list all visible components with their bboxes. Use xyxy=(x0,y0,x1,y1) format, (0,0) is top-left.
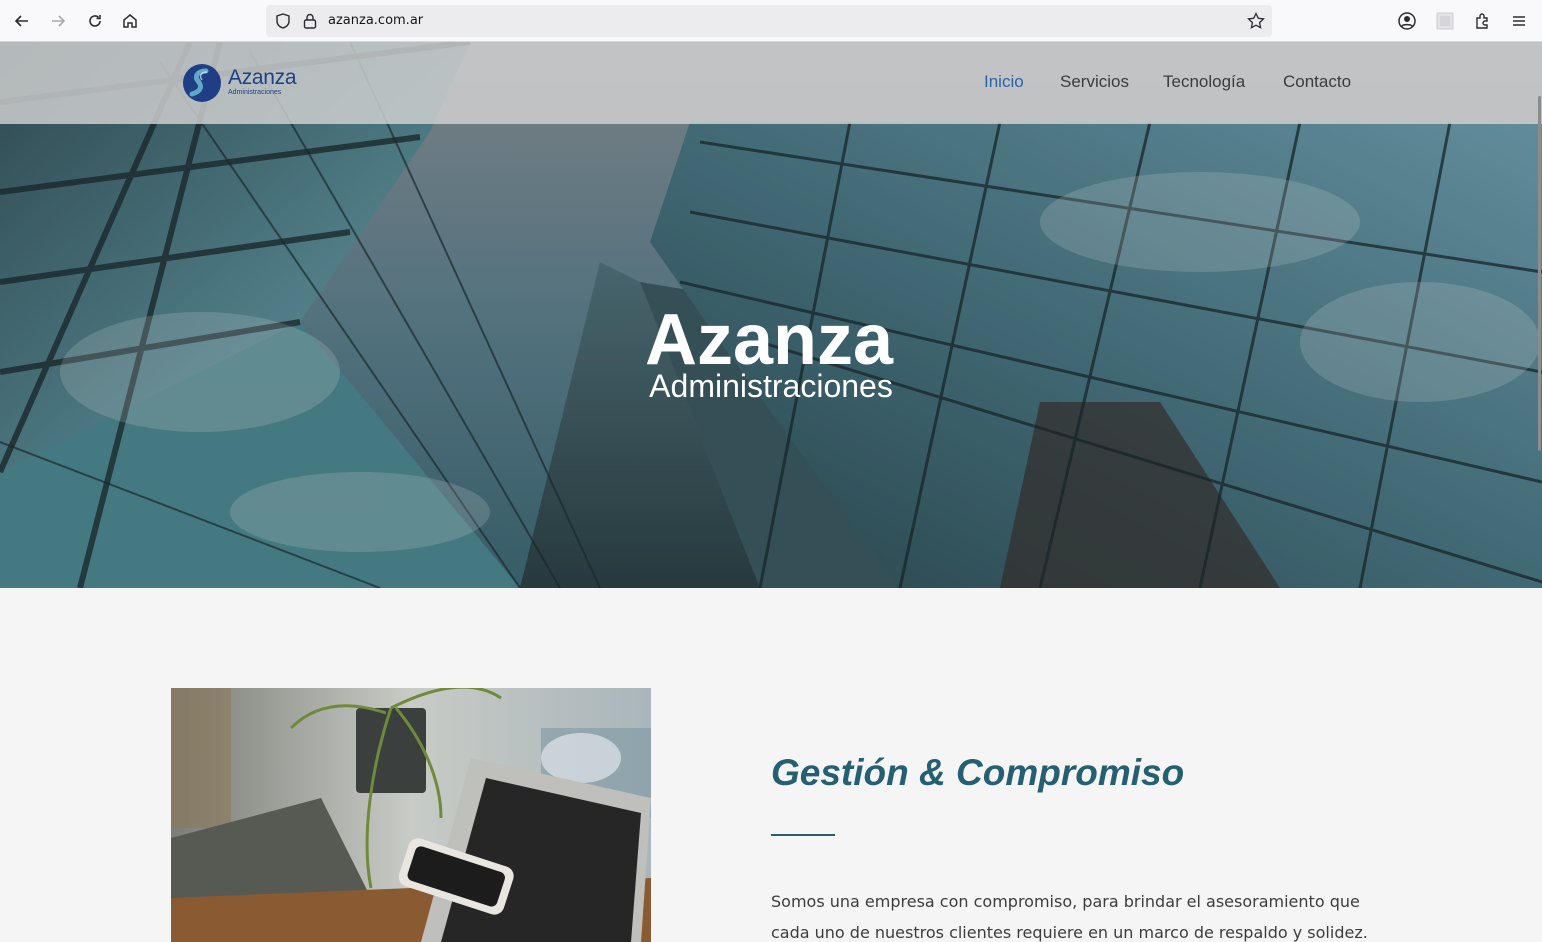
account-icon[interactable] xyxy=(1395,9,1419,33)
browser-toolbar: azanza.com.ar xyxy=(0,0,1542,42)
main-navigation: Inicio Servicios Tecnología Contacto xyxy=(0,72,1542,96)
about-section: Gestión & Compromiso Somos una empresa c… xyxy=(0,588,1542,942)
title-divider xyxy=(771,834,835,836)
nav-servicios[interactable]: Servicios xyxy=(1060,72,1129,92)
office-photo xyxy=(171,688,651,942)
hero-title: Azanza xyxy=(0,304,1542,376)
reload-icon[interactable] xyxy=(83,9,107,33)
page-viewport: Azanza Administraciones Inicio Servicios… xyxy=(0,42,1542,942)
extension-tile-icon[interactable] xyxy=(1433,9,1457,33)
hero-section: Azanza Administraciones Inicio Servicios… xyxy=(0,42,1542,588)
menu-hamburger-icon[interactable] xyxy=(1507,9,1531,33)
bookmark-star-icon[interactable] xyxy=(1246,11,1266,31)
nav-inicio[interactable]: Inicio xyxy=(984,72,1024,92)
nav-tecnologia[interactable]: Tecnología xyxy=(1163,72,1245,92)
hero-subtitle: Administraciones xyxy=(649,368,893,404)
forward-icon[interactable] xyxy=(46,9,70,33)
url-text[interactable]: azanza.com.ar xyxy=(328,13,423,28)
about-title: Gestión & Compromiso xyxy=(771,752,1185,793)
home-icon[interactable] xyxy=(118,9,142,33)
url-bar[interactable]: azanza.com.ar xyxy=(266,5,1272,37)
lock-icon[interactable] xyxy=(302,12,318,30)
back-icon[interactable] xyxy=(10,9,34,33)
site-header: Azanza Administraciones Inicio Servicios… xyxy=(0,42,1542,124)
page-scrollbar[interactable] xyxy=(1538,42,1542,942)
scrollbar-thumb[interactable] xyxy=(1538,96,1541,451)
about-text: Somos una empresa con compromiso, para b… xyxy=(771,892,1368,942)
nav-contacto[interactable]: Contacto xyxy=(1283,72,1351,92)
tracking-shield-icon[interactable] xyxy=(274,12,292,30)
extensions-puzzle-icon[interactable] xyxy=(1471,9,1495,33)
